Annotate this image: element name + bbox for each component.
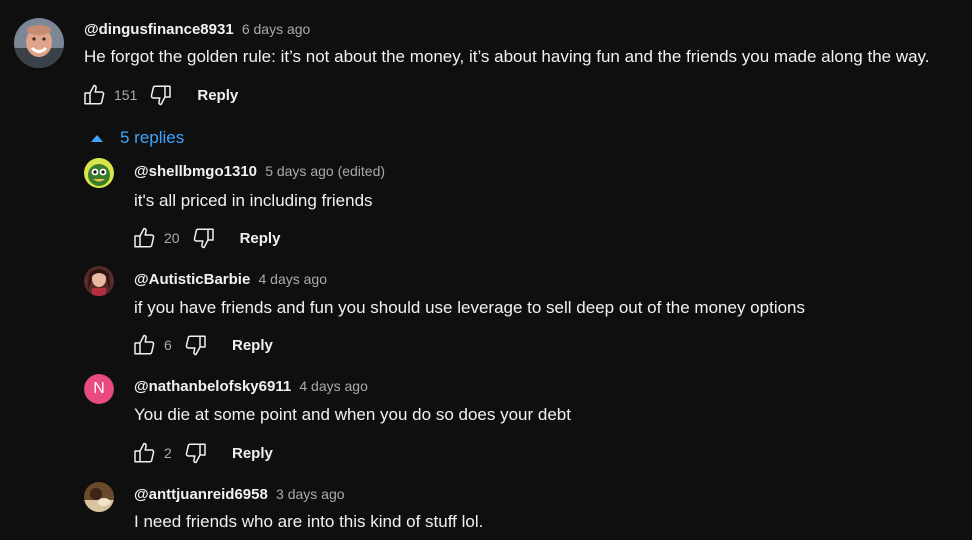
reply-button[interactable]: Reply [232, 337, 273, 354]
thumbs-up-icon [134, 227, 155, 248]
reply-button[interactable]: Reply [197, 87, 238, 104]
replies-toggle-button[interactable]: 5 replies [88, 126, 184, 150]
comment-header: @dingusfinance8931 6 days ago [84, 20, 310, 39]
avatar[interactable] [84, 266, 114, 296]
like-button[interactable] [130, 331, 158, 359]
comment-actions: 20 Reply [130, 224, 280, 252]
comment-text: I need friends who are into this kind of… [134, 512, 484, 531]
avatar[interactable] [84, 158, 114, 188]
dislike-button[interactable] [182, 331, 210, 359]
comment-header: @shellbmgo1310 5 days ago (edited) [134, 162, 385, 181]
comment-author[interactable]: @nathanbelofsky6911 [134, 378, 291, 395]
like-button[interactable] [130, 224, 158, 252]
like-count: 2 [164, 445, 172, 461]
avatar[interactable] [14, 18, 64, 68]
thumbs-down-icon [151, 85, 172, 106]
avatar[interactable]: N [84, 374, 114, 404]
replies-count-label: 5 replies [120, 128, 185, 147]
like-button[interactable] [130, 439, 158, 467]
comment-author[interactable]: @AutisticBarbie [134, 271, 250, 288]
thumbs-up-icon [84, 84, 105, 105]
comment-text: if you have friends and fun you should u… [134, 298, 806, 317]
comment-header: @AutisticBarbie 4 days ago [134, 270, 327, 289]
comment-author[interactable]: @shellbmgo1310 [134, 163, 257, 180]
thumbs-down-icon [193, 228, 214, 249]
comment-text: He forgot the golden rule: it’s not abou… [84, 47, 930, 66]
dislike-button[interactable] [182, 439, 210, 467]
thumbs-up-icon [134, 442, 155, 463]
thumbs-down-icon [185, 443, 206, 464]
like-button[interactable] [80, 81, 108, 109]
comment-time[interactable]: 5 days ago (edited) [265, 163, 385, 179]
reply-button[interactable]: Reply [232, 445, 273, 462]
comment-actions: 2 Reply [130, 439, 273, 467]
like-count: 151 [114, 87, 138, 103]
thumbs-up-icon [134, 334, 155, 355]
comment-time[interactable]: 6 days ago [242, 21, 311, 37]
comment-time[interactable]: 4 days ago [299, 378, 368, 394]
comment-time[interactable]: 3 days ago [276, 486, 345, 502]
like-count: 20 [164, 230, 180, 246]
comment-header: @anttjuanreid6958 3 days ago [134, 485, 345, 504]
avatar[interactable] [84, 482, 114, 512]
comment-time[interactable]: 4 days ago [259, 271, 328, 287]
comment-text: You die at some point and when you do so… [134, 405, 571, 424]
chevron-up-icon [88, 129, 106, 147]
comment-actions: 6 Reply [130, 331, 273, 359]
thumbs-down-icon [185, 335, 206, 356]
dislike-button[interactable] [147, 81, 175, 109]
comment-text: it's all priced in including friends [134, 191, 373, 210]
reply-button[interactable]: Reply [240, 230, 281, 247]
comment-actions: 151 Reply [80, 81, 238, 109]
dislike-button[interactable] [190, 224, 218, 252]
avatar-letter: N [93, 380, 105, 397]
comment-author[interactable]: @anttjuanreid6958 [134, 486, 268, 503]
comment-author[interactable]: @dingusfinance8931 [84, 21, 234, 38]
comment-header: @nathanbelofsky6911 4 days ago [134, 377, 368, 396]
like-count: 6 [164, 337, 172, 353]
